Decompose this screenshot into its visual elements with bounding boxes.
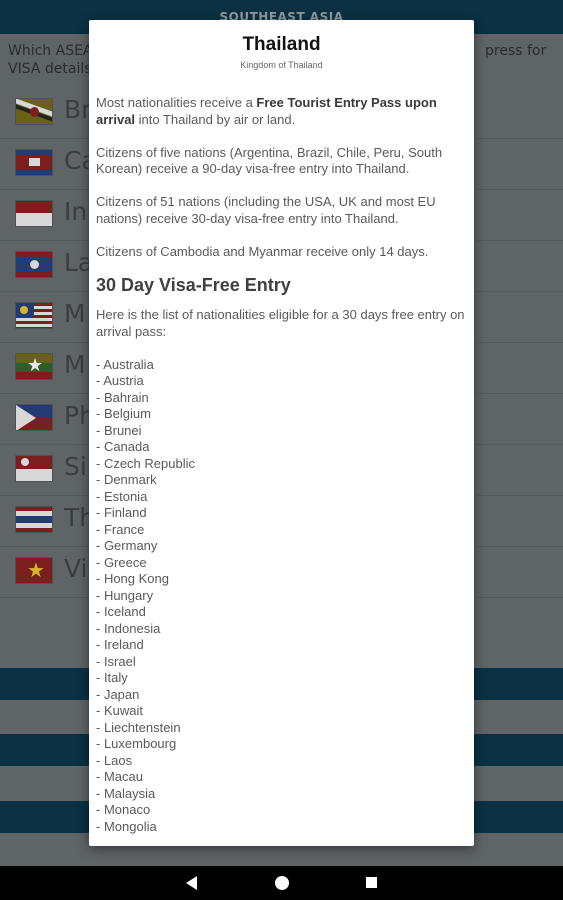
nationality-item: - Australia (96, 356, 154, 372)
nationality-item: - Hungary (96, 587, 154, 603)
nationality-item: - Germany (96, 538, 158, 553)
nationality-item: - Iceland (96, 604, 146, 619)
back-icon[interactable] (186, 876, 197, 890)
intro-line1-right: press for (485, 43, 547, 59)
nationality-item: - Finland (96, 505, 147, 520)
nationality-item: - Greece (96, 554, 147, 570)
nationality-item: - Liechtenstein (96, 719, 181, 735)
vietnam-flag-icon: ★ (15, 557, 53, 584)
nationality-item: - France (96, 521, 145, 537)
recents-icon[interactable] (366, 877, 377, 888)
nationality-item: - Laos (96, 752, 133, 768)
para1-text-end: into Thailand by air or land. (135, 111, 296, 127)
indonesia-flag-icon (15, 200, 53, 227)
dialog-subtitle: Kingdom of Thailand (240, 60, 323, 70)
nationality-item: - Bahrain (96, 389, 149, 405)
myanmar-flag-icon: ★ (15, 353, 53, 380)
nationality-item: - Malaysia (96, 785, 156, 801)
paragraph-14-day: Citizens of Cambodia and Myanmar receive… (96, 243, 429, 259)
nationality-item: - Macau (96, 769, 143, 784)
nationality-list: - Australia - Austria - Bahrain - Belgium - … (96, 357, 468, 836)
intro-line2: VISA details (8, 61, 92, 77)
paragraph-90-day: Citizens of five nations (Argentina, Bra… (96, 144, 443, 177)
nationality-item: - Luxembourg (96, 736, 177, 751)
nationality-item: - Japan (96, 686, 140, 702)
nationality-item: - Canada (96, 439, 150, 454)
section-heading: 30 Day Visa-Free Entry (96, 274, 291, 295)
country-name: Vi (64, 554, 88, 583)
dialog-body[interactable]: Most nationalities receive a Free Touris… (96, 95, 468, 835)
para1-text: Most nationalities receive a (96, 95, 257, 110)
paragraph-30-day: Citizens of 51 nations (including the US… (96, 194, 436, 226)
system-nav-bar (0, 866, 563, 900)
country-name: In (64, 197, 88, 226)
country-name: Br (64, 95, 92, 124)
nationality-item: - Denmark (96, 472, 157, 487)
country-name: M (64, 299, 86, 328)
nationality-item: - Italy (96, 670, 128, 685)
visa-info-dialog[interactable]: Thailand Kingdom of Thailand Most nation… (89, 20, 474, 846)
intro-line1-left: Which ASEA (8, 43, 93, 59)
home-icon[interactable] (275, 876, 289, 890)
nationality-item: - Estonia (96, 488, 148, 504)
malaysia-flag-icon (15, 302, 53, 329)
dialog-title: Thailand (242, 34, 321, 55)
singapore-flag-icon (15, 455, 53, 482)
philippines-flag-icon (15, 404, 53, 431)
nationality-item: - Brunei (96, 422, 142, 438)
nationality-item: - Mongolia (96, 818, 157, 834)
paragraph-free-entry: Most nationalities receive a Free Touris… (96, 95, 468, 128)
list-intro: Here is the list of nationalities eligib… (96, 307, 465, 339)
nationality-item: - Indonesia (96, 620, 161, 636)
thailand-flag-icon (15, 506, 53, 533)
nationality-item: - Austria (96, 373, 144, 388)
cambodia-flag-icon (15, 149, 53, 176)
country-name: M (64, 350, 86, 379)
nationality-item: - Czech Republic (96, 455, 195, 471)
nationality-item: - Belgium (96, 406, 151, 421)
laos-flag-icon (15, 251, 53, 278)
nationality-item: - Kuwait (96, 703, 143, 718)
brunei-flag-icon (15, 98, 53, 125)
nationality-item: - Israel (96, 653, 136, 669)
nationality-item: - Monaco (96, 802, 151, 817)
country-name: Si (64, 452, 87, 481)
nationality-item: - Hong Kong (96, 571, 169, 586)
nationality-item: - Ireland (96, 637, 144, 652)
